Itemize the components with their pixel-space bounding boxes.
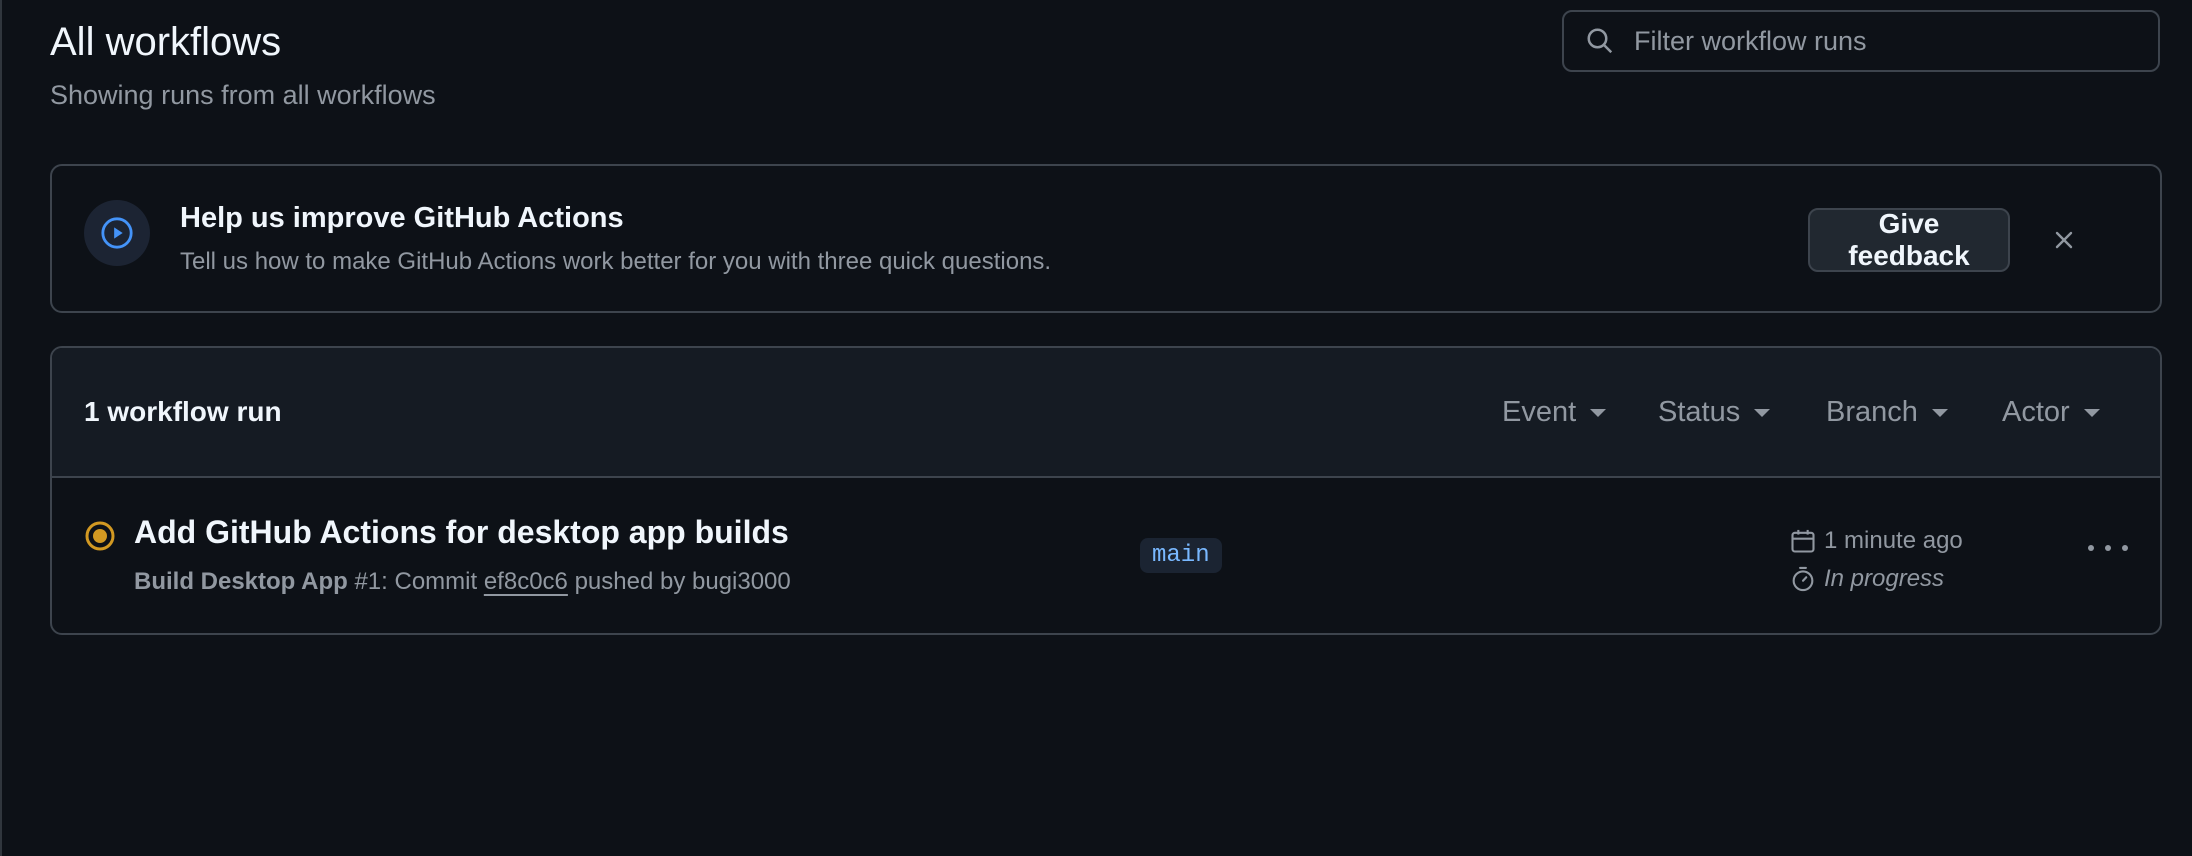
run-time-text: 1 minute ago <box>1824 527 1963 554</box>
run-duration: In progress <box>1788 560 1963 598</box>
run-description: Build Desktop App #1: Commit ef8c0c6 pus… <box>134 568 791 596</box>
branch-filter-label: Branch <box>1826 396 1918 428</box>
chevron-down-icon <box>1590 408 1607 417</box>
workflow-name: Build Desktop App <box>134 568 348 595</box>
chevron-down-icon <box>1931 408 1948 417</box>
page-subtitle: Showing runs from all workflows <box>50 80 436 110</box>
close-icon[interactable] <box>2048 224 2080 256</box>
branch-filter-dropdown[interactable]: Branch <box>1826 396 1948 429</box>
runs-header: 1 workflow run Event Status Branch Actor <box>52 348 2160 478</box>
calendar-icon <box>1788 526 1818 556</box>
workflow-runs-panel: 1 workflow run Event Status Branch Actor… <box>50 346 2162 635</box>
play-circle-icon <box>84 200 150 266</box>
chevron-down-icon <box>2083 408 2100 417</box>
run-duration-text: In progress <box>1824 565 1945 592</box>
kebab-dot <box>2122 545 2128 551</box>
banner-title: Help us improve GitHub Actions <box>180 202 624 234</box>
event-filter-label: Event <box>1502 396 1577 428</box>
commit-prefix: : Commit <box>381 568 478 595</box>
banner-description: Tell us how to make GitHub Actions work … <box>180 248 1052 275</box>
workflow-run-count: 1 workflow run <box>84 396 282 427</box>
kebab-dot <box>2088 545 2094 551</box>
run-time: 1 minute ago <box>1788 522 1963 560</box>
actor-filter-label: Actor <box>2002 396 2070 428</box>
in-progress-status-icon <box>84 520 116 552</box>
left-divider <box>0 0 2 856</box>
status-filter-label: Status <box>1658 396 1741 428</box>
feedback-banner: Help us improve GitHub Actions Tell us h… <box>50 164 2162 313</box>
kebab-dot <box>2105 545 2111 551</box>
filter-search-box[interactable] <box>1562 10 2160 72</box>
branch-badge[interactable]: main <box>1140 538 1222 573</box>
run-number: #1 <box>354 568 382 595</box>
more-options-icon[interactable] <box>2088 538 2128 558</box>
give-feedback-button[interactable]: Give feedback <box>1808 208 2010 272</box>
search-icon <box>1582 23 1618 59</box>
filter-workflow-runs-input[interactable] <box>1632 24 2158 58</box>
commit-sha-link[interactable]: ef8c0c6 <box>484 568 568 595</box>
status-filter-dropdown[interactable]: Status <box>1658 396 1771 429</box>
event-filter-dropdown[interactable]: Event <box>1502 396 1607 429</box>
run-title-link[interactable]: Add GitHub Actions for desktop app build… <box>134 514 789 551</box>
actor-filter-dropdown[interactable]: Actor <box>2002 396 2100 429</box>
run-timing: 1 minute ago In progress <box>1788 522 1963 598</box>
workflow-run-row[interactable]: Add GitHub Actions for desktop app build… <box>52 478 2160 633</box>
page-title: All workflows <box>50 20 282 64</box>
chevron-down-icon <box>1754 408 1771 417</box>
pushed-by-text: pushed by bugi3000 <box>574 568 791 595</box>
stopwatch-icon <box>1788 564 1818 594</box>
